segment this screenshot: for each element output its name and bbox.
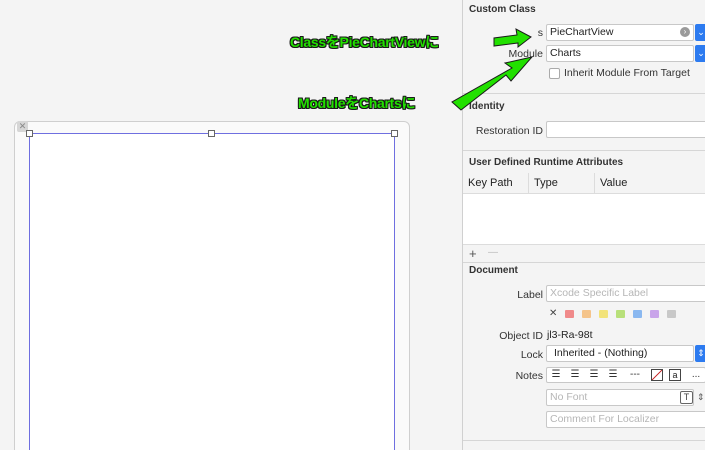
divider bbox=[463, 93, 705, 94]
object-id-label: Object ID bbox=[499, 330, 543, 342]
add-attribute-icon[interactable]: + bbox=[469, 246, 477, 261]
text-format-icon[interactable]: a bbox=[669, 369, 681, 381]
runtime-attributes-header: Key Path Type Value bbox=[463, 173, 705, 194]
identity-inspector: Custom Class s PieChartView › ⌄ Module C… bbox=[462, 0, 705, 450]
color-swatch-yellow[interactable] bbox=[599, 310, 608, 318]
module-callout: ModuleをChartsに bbox=[298, 95, 416, 111]
font-stepper-icon[interactable]: ⇕ bbox=[697, 389, 705, 406]
restoration-id-label: Restoration ID bbox=[475, 125, 543, 137]
column-type[interactable]: Type bbox=[534, 177, 558, 189]
custom-class-title: Custom Class bbox=[469, 4, 536, 15]
module-label: Module bbox=[508, 48, 543, 60]
column-divider bbox=[594, 173, 595, 193]
remove-attribute-icon[interactable]: — bbox=[488, 247, 498, 258]
comment-for-localizer-field[interactable]: Comment For Localizer bbox=[546, 411, 705, 428]
align-center-icon[interactable]: ☰ bbox=[568, 368, 582, 382]
color-swatch-red[interactable] bbox=[565, 310, 574, 318]
resize-handle-top-center[interactable] bbox=[208, 130, 215, 137]
divider bbox=[463, 244, 705, 245]
arrow-circle-icon[interactable]: › bbox=[680, 27, 690, 37]
storyboard-canvas[interactable]: ✕ bbox=[0, 0, 462, 450]
pie-chart-view[interactable] bbox=[29, 133, 395, 450]
module-dropdown-chevron-icon[interactable]: ⌄ bbox=[695, 45, 705, 62]
column-value[interactable]: Value bbox=[600, 177, 627, 189]
lock-popup[interactable]: Inherited - (Nothing) bbox=[546, 345, 694, 362]
divider bbox=[463, 150, 705, 151]
font-picker-icon[interactable]: T bbox=[680, 391, 693, 404]
resize-handle-top-right[interactable] bbox=[391, 130, 398, 137]
lock-popup-chevron-icon[interactable]: ⇕ bbox=[695, 345, 705, 362]
color-swatch-purple[interactable] bbox=[650, 310, 659, 318]
column-key-path[interactable]: Key Path bbox=[468, 177, 513, 189]
color-swatch-green[interactable] bbox=[616, 310, 625, 318]
inherit-module-label: Inherit Module From Target bbox=[564, 67, 690, 79]
object-id-value: jl3-Ra-98t bbox=[547, 329, 593, 341]
color-well-icon[interactable] bbox=[651, 369, 663, 381]
label-label: Label bbox=[517, 289, 543, 301]
divider bbox=[463, 262, 705, 263]
runtime-attributes-table[interactable] bbox=[463, 194, 705, 244]
notes-label: Notes bbox=[515, 370, 543, 382]
module-field[interactable]: Charts bbox=[546, 45, 694, 62]
color-swatch-blue[interactable] bbox=[633, 310, 642, 318]
class-field[interactable]: PieChartView bbox=[546, 24, 694, 41]
document-title: Document bbox=[469, 265, 518, 276]
class-dropdown-chevron-icon[interactable]: ⌄ bbox=[695, 24, 705, 41]
color-swatch-orange[interactable] bbox=[582, 310, 591, 318]
lock-label: Lock bbox=[520, 349, 543, 361]
column-divider bbox=[528, 173, 529, 193]
inherit-module-checkbox[interactable] bbox=[549, 68, 560, 79]
lock-value: Inherited - (Nothing) bbox=[554, 347, 648, 359]
label-field[interactable]: Xcode Specific Label bbox=[546, 285, 705, 302]
align-right-icon[interactable]: ☰ bbox=[587, 368, 601, 382]
resize-handle-top-left[interactable] bbox=[26, 130, 33, 137]
class-callout: ClassをPieChartViewに bbox=[290, 34, 439, 50]
more-options-button[interactable]: ... bbox=[687, 368, 705, 382]
clear-color-icon[interactable]: ✕ bbox=[549, 308, 557, 319]
runtime-attributes-title: User Defined Runtime Attributes bbox=[469, 157, 624, 168]
align-justify-icon[interactable]: ☰ bbox=[606, 368, 620, 382]
class-label: s bbox=[537, 27, 543, 39]
font-field[interactable]: No Font bbox=[546, 389, 694, 406]
line-style-button[interactable]: --- bbox=[625, 368, 645, 382]
divider bbox=[463, 440, 705, 441]
align-left-icon[interactable]: ☰ bbox=[549, 368, 563, 382]
color-swatch-gray[interactable] bbox=[667, 310, 676, 318]
class-value: PieChartView bbox=[550, 26, 614, 38]
restoration-id-field[interactable] bbox=[546, 121, 705, 138]
module-value: Charts bbox=[550, 47, 581, 59]
identity-title: Identity bbox=[469, 101, 505, 112]
